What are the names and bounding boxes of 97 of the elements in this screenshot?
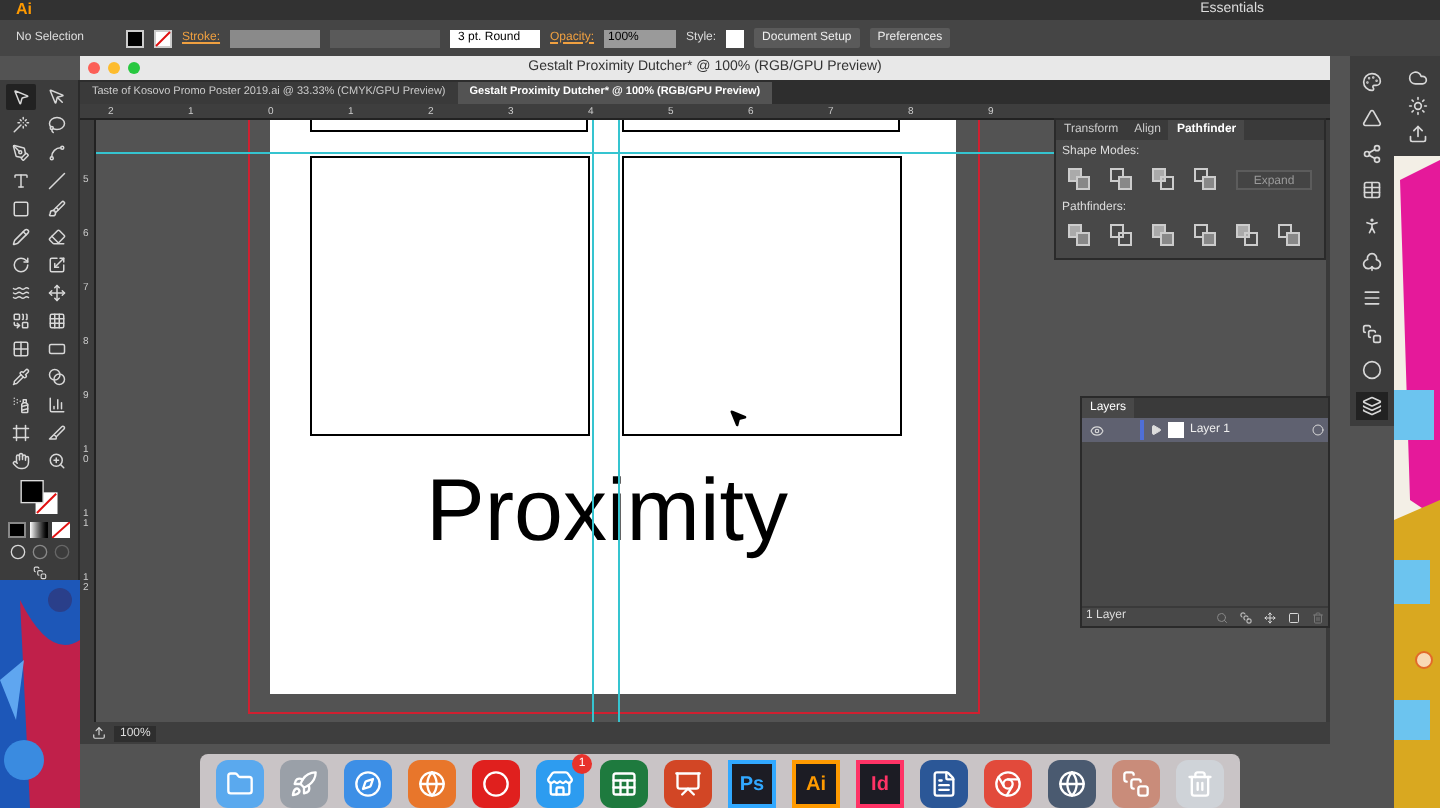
hand-icon — [12, 452, 30, 470]
zoom-icon — [48, 452, 66, 470]
gradient-button[interactable] — [30, 522, 48, 539]
stroke-none-swatch[interactable] — [154, 29, 172, 47]
shape-mode-icon[interactable] — [1110, 168, 1132, 190]
frame-icon — [12, 424, 30, 442]
presentation-icon — [674, 770, 702, 798]
wand-icon — [12, 116, 30, 134]
compass-app-icon[interactable] — [344, 760, 392, 808]
table-icon — [1362, 180, 1382, 200]
fill-swatch[interactable] — [126, 29, 144, 47]
globe-app-icon[interactable] — [1048, 760, 1096, 808]
grid-icon — [48, 312, 66, 330]
document-icon — [930, 770, 958, 798]
style-swatch[interactable] — [726, 29, 745, 47]
app-logo: Ai — [16, 0, 32, 20]
triangle-icon — [1362, 108, 1382, 128]
browser-app-icon[interactable] — [984, 760, 1032, 808]
shape-mode-icon[interactable] — [1278, 224, 1300, 246]
pen-icon — [12, 144, 30, 162]
document-app-icon[interactable] — [920, 760, 968, 808]
move-icon — [48, 284, 66, 302]
new-layer-icon — [1288, 611, 1300, 623]
type-icon — [12, 172, 30, 190]
gradient-icon — [48, 340, 66, 358]
rocket-icon — [290, 770, 318, 798]
presentation-app-icon[interactable] — [664, 760, 712, 808]
sun-icon — [1407, 96, 1427, 116]
app-icon[interactable]: Ps — [728, 760, 776, 808]
pencil-icon — [12, 228, 30, 246]
globe-app-icon[interactable] — [408, 760, 456, 808]
circle-icon — [1362, 360, 1382, 380]
share-icon — [92, 726, 106, 740]
store-app-icon[interactable] — [536, 760, 584, 808]
club-icon — [1362, 252, 1382, 272]
eye-icon — [1089, 423, 1103, 437]
app-icon[interactable]: Ai — [792, 760, 840, 808]
shape-mode-icon[interactable] — [1068, 168, 1090, 190]
pointer-tool[interactable] — [6, 84, 36, 110]
layers-icon — [1362, 396, 1382, 416]
sheet-icon — [610, 770, 638, 798]
shape-mode-icon[interactable] — [1152, 168, 1174, 190]
pointer-icon — [12, 88, 30, 106]
figure-icon — [1362, 216, 1382, 236]
folder-icon — [226, 770, 254, 798]
shapes-icon — [12, 312, 30, 330]
curve-icon — [48, 144, 66, 162]
trash-icon — [1186, 770, 1214, 798]
browser-icon — [994, 770, 1022, 798]
cursor-icon — [728, 408, 748, 428]
grid-icon — [12, 340, 30, 358]
shape-mode-icon[interactable] — [1194, 224, 1216, 246]
nodes-icon — [1362, 144, 1382, 164]
globe-icon — [1058, 770, 1086, 798]
move-icon — [1264, 611, 1276, 623]
app-icon[interactable]: Id — [856, 760, 904, 808]
trash-icon — [1312, 611, 1324, 623]
export-icon — [1407, 124, 1427, 144]
rotate-icon — [12, 256, 30, 274]
palette-icon — [1362, 72, 1382, 92]
shape-mode-icon[interactable] — [1068, 224, 1090, 246]
window-icon — [1122, 770, 1150, 798]
wave-icon — [12, 284, 30, 302]
squares-icon — [1240, 611, 1252, 623]
target-icon — [1312, 424, 1324, 436]
store-icon — [546, 770, 574, 798]
bar-chart-icon — [48, 396, 66, 414]
rocket-app-icon[interactable] — [280, 760, 328, 808]
eyedropper-icon — [12, 368, 30, 386]
ring-app-icon[interactable] — [472, 760, 520, 808]
compass-icon — [354, 770, 382, 798]
knife-icon — [48, 424, 66, 442]
shape-mode-icon[interactable] — [1110, 224, 1132, 246]
window-app-icon[interactable] — [1112, 760, 1160, 808]
none-button[interactable] — [52, 522, 70, 539]
shape-mode-icon[interactable] — [1152, 224, 1174, 246]
globe-icon — [418, 770, 446, 798]
shape-mode-icon[interactable] — [1194, 168, 1216, 190]
blend-icon — [48, 368, 66, 386]
lines-icon — [1362, 288, 1382, 308]
stroke-weight-field[interactable] — [230, 29, 321, 47]
ring-icon — [482, 770, 510, 798]
scale-icon — [48, 256, 66, 274]
squares-icon — [1362, 324, 1382, 344]
layer-thumbnail — [1168, 422, 1184, 438]
rectangle-icon — [12, 200, 30, 218]
sheet-app-icon[interactable] — [600, 760, 648, 808]
pointer-icon — [48, 88, 66, 106]
color-button[interactable] — [8, 522, 26, 539]
shape-mode-icon[interactable] — [1236, 224, 1258, 246]
search-icon — [1216, 611, 1228, 623]
lasso-icon — [48, 116, 66, 134]
brush-icon — [48, 200, 66, 218]
eraser-icon — [48, 228, 66, 246]
cloud-icon — [1407, 68, 1427, 88]
line-icon — [48, 172, 66, 190]
layers-panel-button[interactable] — [1356, 392, 1388, 420]
